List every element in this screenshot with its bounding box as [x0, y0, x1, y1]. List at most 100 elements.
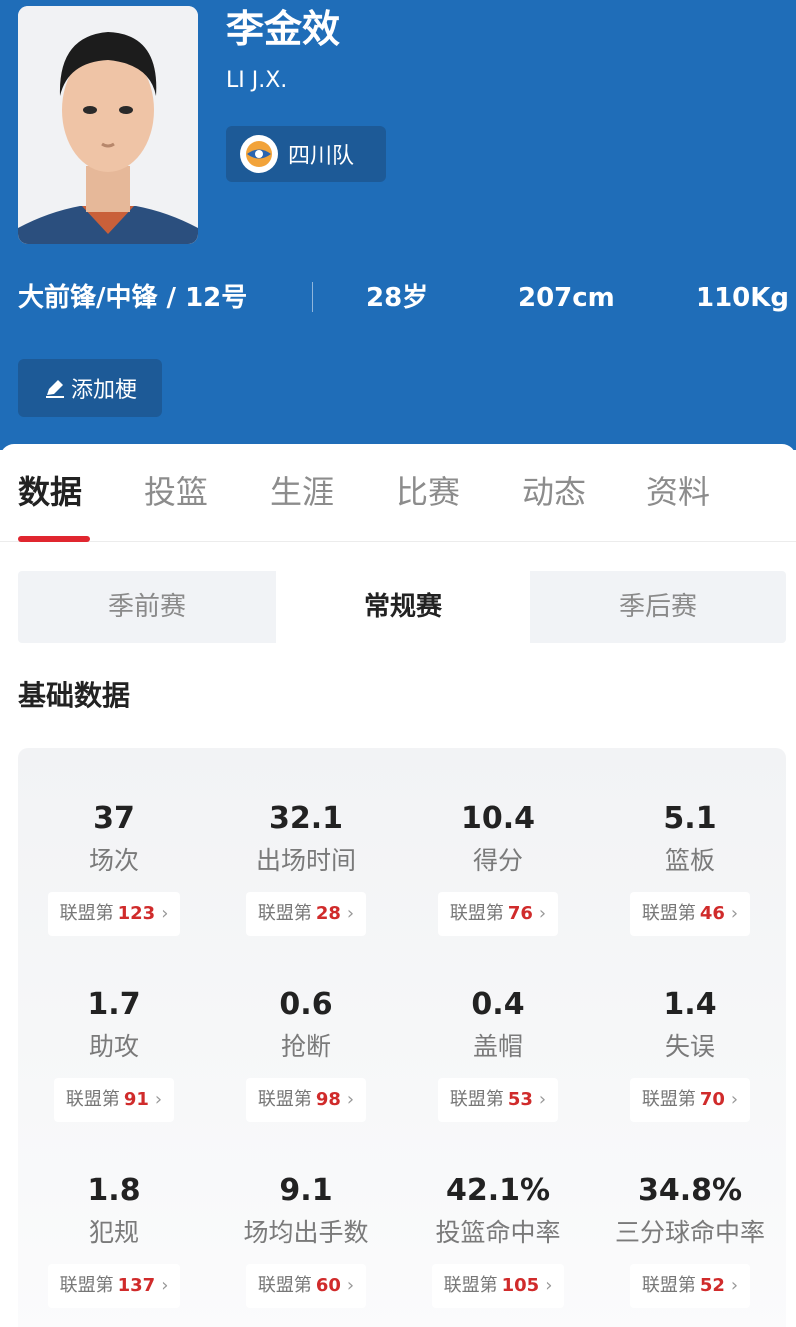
stat-label: 场次	[88, 846, 139, 875]
rank-prefix: 联盟第	[65, 1089, 120, 1110]
rank-number: 60	[315, 1275, 341, 1296]
stat-value: 1.7	[87, 987, 141, 1022]
rank-number: 91	[123, 1089, 149, 1110]
tab-games[interactable]: 比赛	[396, 470, 460, 514]
pencil-icon	[45, 380, 64, 398]
chevron-right-icon: ›	[538, 903, 547, 924]
rank-prefix: 联盟第	[443, 1275, 498, 1296]
league-rank-button[interactable]: 联盟第 123 ›	[47, 892, 181, 936]
stat-value: 34.8%	[637, 1173, 743, 1208]
stat-cell: 5.1 篮板联盟第 46 ›	[594, 800, 786, 936]
rank-number: 52	[699, 1275, 725, 1296]
rank-number: 53	[507, 1089, 533, 1110]
season-tab-preseason[interactable]: 季前赛	[18, 571, 276, 643]
player-english-name: LI J.X.	[226, 68, 288, 93]
chevron-right-icon: ›	[346, 903, 355, 924]
tab-data[interactable]: 数据	[18, 470, 82, 514]
stat-cell: 32.1 出场时间联盟第 28 ›	[210, 800, 402, 936]
player-avatar	[18, 6, 198, 244]
tab-career[interactable]: 生涯	[270, 470, 334, 514]
rank-prefix: 联盟第	[257, 1089, 312, 1110]
stat-value: 5.1	[663, 801, 717, 836]
stat-value: 42.1%	[445, 1173, 551, 1208]
team-chip[interactable]: 四川队	[226, 126, 386, 182]
tab-news[interactable]: 动态	[522, 470, 586, 514]
rank-prefix: 联盟第	[59, 1275, 114, 1296]
rank-number: 98	[315, 1089, 341, 1110]
rank-prefix: 联盟第	[257, 903, 312, 924]
stat-value: 9.1	[279, 1173, 333, 1208]
rank-prefix: 联盟第	[449, 1089, 504, 1110]
meta-divider	[312, 282, 313, 312]
chevron-right-icon: ›	[730, 1275, 739, 1296]
stat-label: 篮板	[664, 846, 715, 875]
league-rank-button[interactable]: 联盟第 46 ›	[629, 892, 751, 936]
league-rank-button[interactable]: 联盟第 137 ›	[47, 1264, 181, 1308]
active-tab-indicator	[18, 536, 90, 542]
rank-number: 28	[315, 903, 341, 924]
team-name: 四川队	[288, 144, 355, 169]
rank-prefix: 联盟第	[59, 903, 114, 924]
chevron-right-icon: ›	[730, 903, 739, 924]
chevron-right-icon: ›	[545, 1275, 553, 1296]
rank-number: 123	[117, 903, 156, 924]
stat-label: 场均出手数	[243, 1218, 369, 1247]
stat-label: 犯规	[88, 1218, 139, 1247]
player-header: 李金效 LI J.X. 四川队 大前锋/中锋 / 12号 28岁 207cm 1…	[0, 0, 796, 450]
player-age: 28岁	[366, 283, 429, 313]
stat-label: 投篮命中率	[435, 1218, 561, 1247]
stat-value: 1.8	[87, 1173, 141, 1208]
stat-value: 10.4	[460, 801, 536, 836]
chevron-right-icon: ›	[154, 1089, 163, 1110]
league-rank-button[interactable]: 联盟第 53 ›	[437, 1078, 559, 1122]
rank-prefix: 联盟第	[449, 903, 504, 924]
league-rank-button[interactable]: 联盟第 105 ›	[431, 1264, 565, 1308]
main-tabs: 数据 投篮 生涯 比赛 动态 资料	[0, 444, 796, 542]
stat-label: 三分球命中率	[614, 1218, 765, 1247]
chevron-right-icon: ›	[538, 1089, 547, 1110]
add-tag-button[interactable]: 添加梗	[18, 359, 162, 417]
stat-cell: 34.8% 三分球命中率联盟第 52 ›	[594, 1172, 786, 1308]
rank-prefix: 联盟第	[641, 903, 696, 924]
tab-shooting[interactable]: 投篮	[144, 470, 208, 514]
chevron-right-icon: ›	[346, 1275, 355, 1296]
stat-label: 失误	[664, 1032, 715, 1061]
player-height: 207cm	[518, 283, 615, 313]
chevron-right-icon: ›	[161, 903, 169, 924]
rank-prefix: 联盟第	[257, 1275, 312, 1296]
section-title: 基础数据	[18, 679, 131, 712]
league-rank-button[interactable]: 联盟第 98 ›	[245, 1078, 367, 1122]
player-position-number: 大前锋/中锋 / 12号	[18, 283, 248, 313]
season-tab-regular[interactable]: 常规赛	[276, 571, 530, 643]
rank-number: 76	[507, 903, 533, 924]
league-rank-button[interactable]: 联盟第 52 ›	[629, 1264, 751, 1308]
rank-number: 105	[501, 1275, 540, 1296]
stat-cell: 1.4 失误 联盟第 70 ›	[594, 986, 786, 1122]
stat-label: 出场时间	[255, 846, 356, 875]
stat-label: 助攻	[88, 1032, 139, 1061]
player-photo	[18, 6, 198, 244]
add-tag-label: 添加梗	[70, 378, 137, 403]
tab-profile[interactable]: 资料	[646, 470, 710, 514]
season-tab-playoffs[interactable]: 季后赛	[530, 571, 786, 643]
chevron-right-icon: ›	[730, 1089, 739, 1110]
chevron-right-icon: ›	[346, 1089, 355, 1110]
rank-number: 70	[699, 1089, 725, 1110]
content-panel: 数据 投篮 生涯 比赛 动态 资料 季前赛 常规赛 季后赛 基础数据 37 场次联…	[0, 444, 796, 1327]
league-rank-button[interactable]: 联盟第 28 ›	[245, 892, 367, 936]
stat-value: 0.4	[471, 987, 525, 1022]
stat-cell: 0.4 盖帽 联盟第 53 ›	[402, 986, 594, 1122]
stat-value: 37	[93, 801, 135, 836]
league-rank-button[interactable]: 联盟第 70 ›	[629, 1078, 751, 1122]
league-rank-button[interactable]: 联盟第 76 ›	[437, 892, 559, 936]
player-name: 李金效	[226, 7, 341, 51]
rank-prefix: 联盟第	[641, 1089, 696, 1110]
stat-cell: 1.7 助攻联盟第 91 ›	[18, 986, 210, 1122]
league-rank-button[interactable]: 联盟第 60 ›	[245, 1264, 367, 1308]
stat-label: 得分	[472, 846, 523, 875]
stat-cell: 10.4 得分联盟第 76 ›	[402, 800, 594, 936]
rank-number: 46	[699, 903, 725, 924]
chevron-right-icon: ›	[161, 1275, 169, 1296]
league-rank-button[interactable]: 联盟第 91 ›	[53, 1078, 175, 1122]
stat-value: 32.1	[268, 801, 344, 836]
